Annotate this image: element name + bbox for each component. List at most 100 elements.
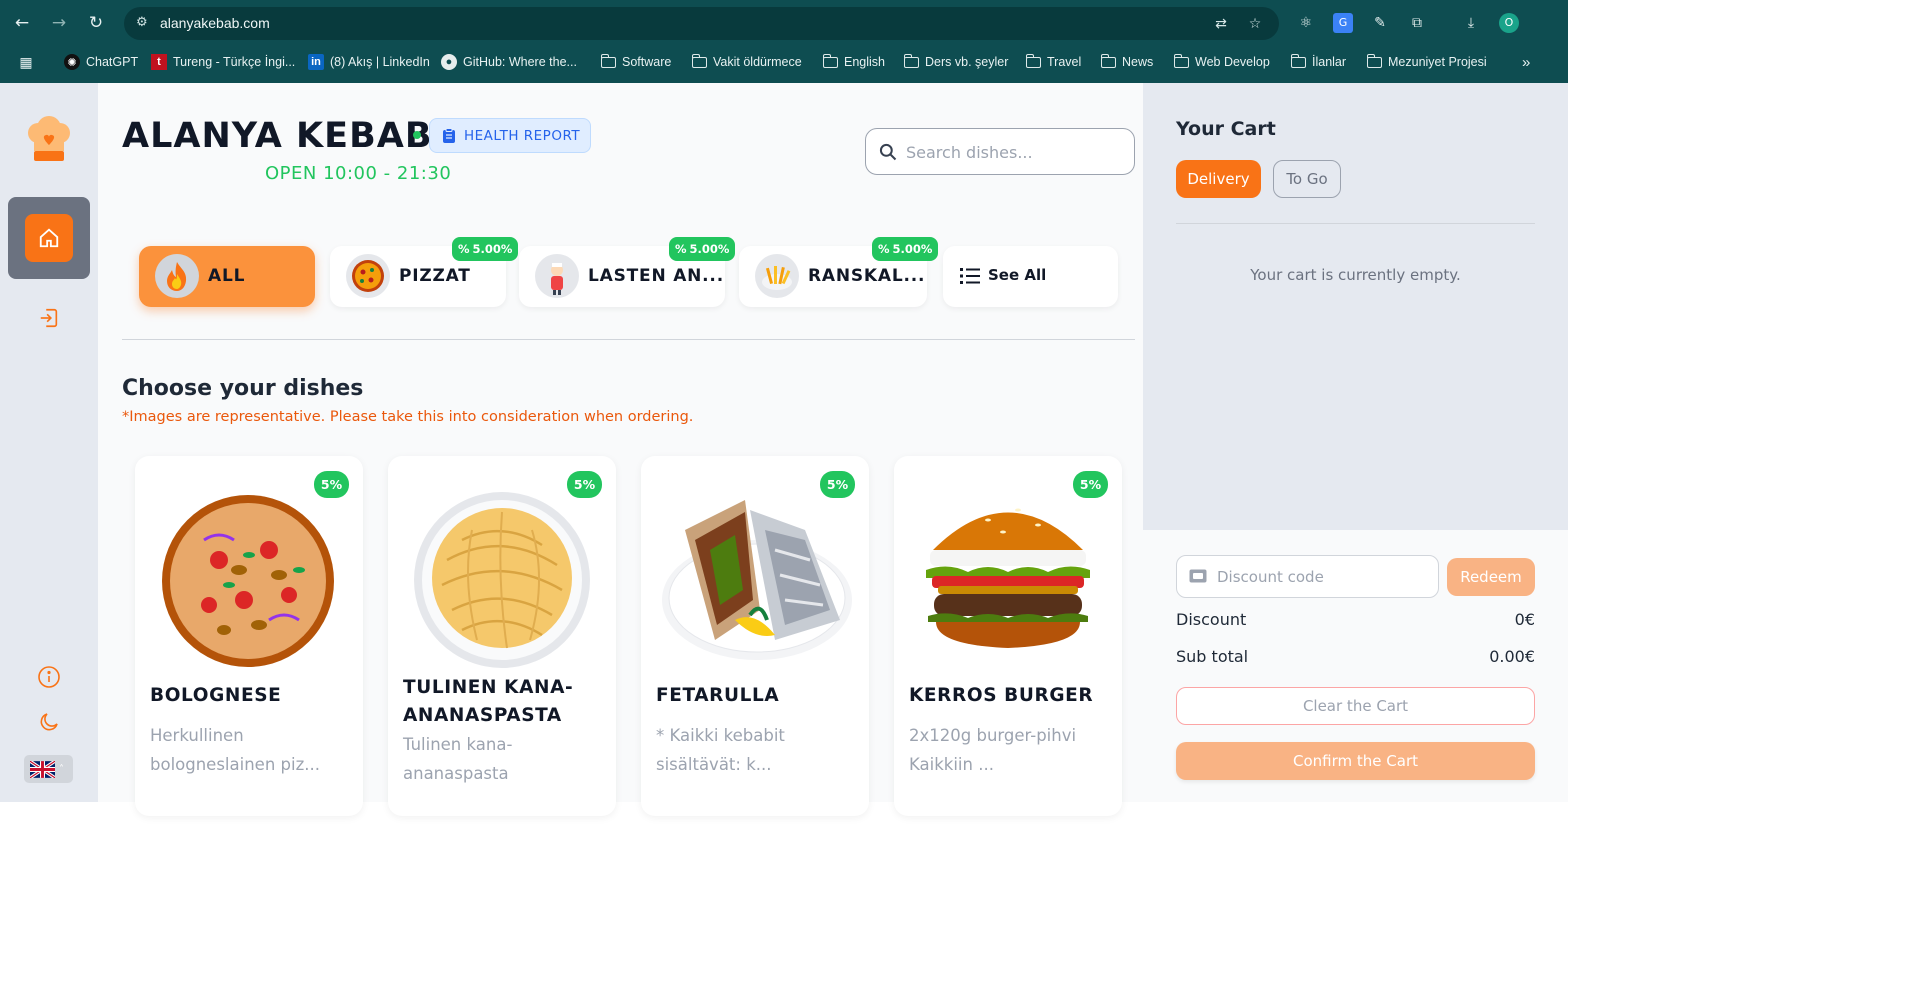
download-icon[interactable]: ⤓ bbox=[1461, 13, 1481, 33]
confirm-cart-button[interactable]: Confirm the Cart bbox=[1176, 742, 1535, 780]
browser-chrome: ← → ↻ ⚙ alanyakebab.com ⇄ ☆ ⚛ G ✎ ⧉ ⤓ O … bbox=[0, 0, 1568, 83]
github-icon: ● bbox=[441, 54, 457, 70]
discount-label: Discount bbox=[1176, 610, 1247, 629]
address-bar[interactable]: ⚙ alanyakebab.com ⇄ ☆ bbox=[124, 7, 1279, 40]
clear-cart-button[interactable]: Clear the Cart bbox=[1176, 687, 1535, 725]
bookmark-item[interactable]: ✺ ChatGPT bbox=[64, 52, 138, 72]
list-icon bbox=[960, 268, 980, 284]
tureng-icon: t bbox=[151, 54, 167, 70]
linkedin-icon: in bbox=[308, 54, 324, 70]
eyedropper-icon[interactable]: ✎ bbox=[1370, 13, 1390, 33]
subtotal-row: Sub total 0.00€ bbox=[1176, 647, 1535, 666]
folder-icon bbox=[1291, 53, 1306, 68]
bookmarks-bar: ▦ ✺ ChatGPT t Tureng - Türkçe İngi... in (8… bbox=[0, 46, 1568, 76]
bookmark-folder[interactable]: News bbox=[1101, 52, 1153, 72]
discount-badge: 5% bbox=[314, 471, 349, 498]
discount-badge: 5% bbox=[567, 471, 602, 498]
category-label: See All bbox=[988, 266, 1047, 284]
home-icon bbox=[39, 228, 59, 248]
info-icon bbox=[38, 666, 60, 688]
category-ranskalaiset[interactable]: RANSKAL... % 5.00% bbox=[739, 237, 939, 307]
google-translate-icon[interactable]: G bbox=[1333, 13, 1353, 33]
cart-title: Your Cart bbox=[1176, 118, 1276, 140]
category-lasten-annokset[interactable]: LASTEN AN... % 5.00% bbox=[519, 237, 736, 307]
react-devtools-icon[interactable]: ⚛ bbox=[1296, 13, 1316, 33]
bookmark-item[interactable]: ● GitHub: Where the... bbox=[441, 52, 577, 72]
bookmark-folder[interactable]: İlanlar bbox=[1291, 52, 1346, 72]
site-settings-icon[interactable]: ⚙ bbox=[136, 15, 152, 31]
dish-description: * Kaikki kebabit sisältävät: k... bbox=[656, 726, 785, 774]
home-nav-wrapper bbox=[8, 197, 90, 279]
page: ˄ ALANYA KEBAB HEALTH REPORT OPEN 10:00 … bbox=[0, 83, 1568, 816]
apps-icon[interactable]: ▦ bbox=[18, 52, 34, 72]
folder-icon bbox=[1367, 53, 1382, 68]
back-icon[interactable]: ← bbox=[10, 11, 34, 35]
chevron-up-icon: ˄ bbox=[59, 763, 64, 775]
bookmark-folder[interactable]: Web Develop bbox=[1174, 52, 1270, 72]
login-button[interactable] bbox=[36, 305, 62, 331]
pizza-thumbnail bbox=[346, 254, 390, 298]
browser-toolbar: ← → ↻ ⚙ alanyakebab.com ⇄ ☆ ⚛ G ✎ ⧉ ⤓ O bbox=[0, 0, 1568, 46]
category-pizzat[interactable]: PIZZAT % 5.00% bbox=[330, 237, 519, 307]
category-label: RANSKAL... bbox=[808, 266, 926, 286]
url-text[interactable]: alanyakebab.com bbox=[160, 15, 270, 31]
cart-panel: Your Cart Delivery To Go Your cart is cu… bbox=[1143, 83, 1568, 802]
search-box[interactable] bbox=[865, 128, 1135, 175]
discount-code-field[interactable] bbox=[1176, 555, 1439, 598]
profile-avatar[interactable]: O bbox=[1499, 13, 1519, 33]
bookmark-folder[interactable]: English bbox=[823, 52, 885, 72]
opening-hours: OPEN 10:00 - 21:30 bbox=[265, 163, 452, 184]
main-content: ALANYA KEBAB HEALTH REPORT OPEN 10:00 - … bbox=[98, 83, 1143, 816]
search-input[interactable] bbox=[906, 139, 1121, 165]
bookmark-folder[interactable]: Ders vb. şeyler bbox=[904, 52, 1008, 72]
dish-card[interactable]: 5% KERROS BURGER 2x120g burger-pihvi Kai… bbox=[894, 456, 1122, 816]
chef-hat-logo-icon[interactable] bbox=[24, 115, 74, 165]
bookmark-folder[interactable]: Travel bbox=[1026, 52, 1081, 72]
percent-icon: % bbox=[878, 242, 890, 256]
forward-icon[interactable]: → bbox=[47, 11, 71, 35]
subtotal-value: 0.00€ bbox=[1489, 647, 1535, 666]
info-button[interactable] bbox=[36, 664, 62, 690]
translate-icon[interactable]: ⇄ bbox=[1212, 15, 1230, 33]
open-status-dot bbox=[413, 131, 421, 139]
more-bookmarks-icon[interactable]: » bbox=[1522, 52, 1530, 72]
restaurant-name: ALANYA KEBAB bbox=[122, 116, 433, 156]
language-selector[interactable]: ˄ bbox=[24, 755, 73, 783]
dish-name: FETARULLA bbox=[656, 685, 780, 706]
dish-card[interactable]: 5% FETARULLA * Kaikki kebabit sisältävät… bbox=[641, 456, 869, 816]
dishes-title: Choose your dishes bbox=[122, 376, 364, 401]
cart-divider bbox=[1176, 223, 1535, 224]
bookmark-item[interactable]: in (8) Akış | LinkedIn bbox=[308, 52, 430, 72]
redeem-button[interactable]: Redeem bbox=[1447, 558, 1535, 596]
pasta-image bbox=[414, 492, 590, 668]
percent-icon: % bbox=[675, 242, 687, 256]
dish-card[interactable]: 5% BOLOGNESE Herkullinen bologneslainen … bbox=[135, 456, 363, 816]
bookmark-folder[interactable]: Mezuniyet Projesi bbox=[1367, 52, 1487, 72]
category-label: ALL bbox=[208, 266, 246, 286]
extensions-icon[interactable]: ⧉ bbox=[1407, 13, 1427, 33]
discount-value: 0€ bbox=[1514, 610, 1535, 629]
fries-thumbnail bbox=[755, 254, 799, 298]
health-report-button[interactable]: HEALTH REPORT bbox=[429, 118, 591, 153]
discount-code-input[interactable] bbox=[1217, 565, 1427, 589]
bookmark-item[interactable]: t Tureng - Türkçe İngi... bbox=[151, 52, 295, 72]
discount-row: Discount 0€ bbox=[1176, 610, 1535, 629]
dish-name: TULINEN KANA- ANANASPASTA bbox=[403, 677, 574, 726]
dish-card[interactable]: 5% TULINEN KANA- ANANASPASTA Tulinen kan… bbox=[388, 456, 616, 816]
folder-icon bbox=[1174, 53, 1189, 68]
dish-description: 2x120g burger-pihvi Kaikkiin ... bbox=[909, 726, 1077, 774]
tab-delivery[interactable]: Delivery bbox=[1176, 160, 1261, 198]
discount-badge: % 5.00% bbox=[452, 237, 519, 261]
category-see-all[interactable]: See All bbox=[943, 246, 1118, 307]
reload-icon[interactable]: ↻ bbox=[84, 11, 108, 35]
discount-badge: % 5.00% bbox=[669, 237, 736, 261]
home-button[interactable] bbox=[25, 214, 73, 262]
login-icon bbox=[40, 308, 58, 328]
star-icon[interactable]: ☆ bbox=[1246, 15, 1264, 33]
bookmark-folder[interactable]: Vakit öldürmece bbox=[692, 52, 802, 72]
bookmark-folder[interactable]: Software bbox=[601, 52, 671, 72]
dark-mode-button[interactable] bbox=[36, 709, 62, 735]
category-all[interactable]: ALL bbox=[139, 246, 315, 307]
folder-icon bbox=[692, 53, 707, 68]
tab-to-go[interactable]: To Go bbox=[1273, 160, 1341, 198]
